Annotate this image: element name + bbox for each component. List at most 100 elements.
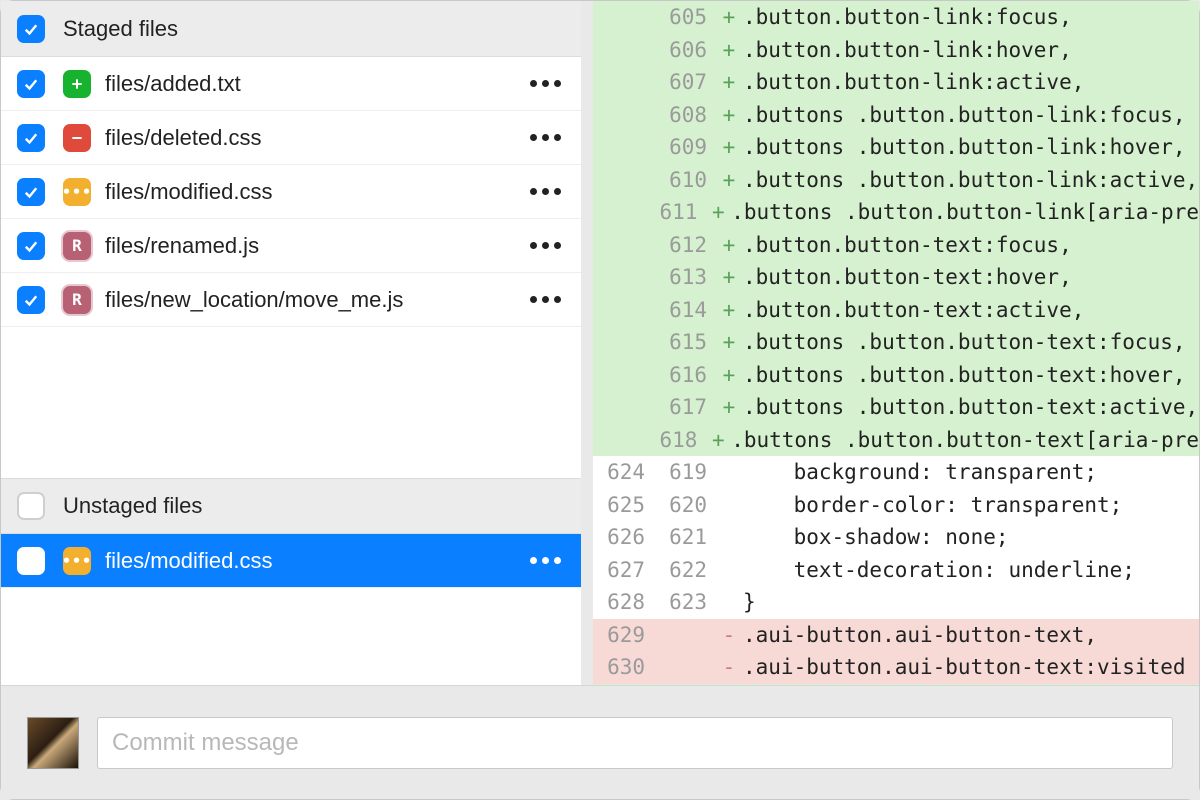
diff-code: }	[741, 586, 1199, 619]
old-line-number: 625	[593, 489, 655, 522]
diff-code: text-decoration: underline;	[741, 554, 1199, 587]
old-line-number	[593, 164, 655, 197]
unstaged-section-header[interactable]: Unstaged files	[1, 478, 581, 534]
status-modified-icon: •••	[63, 178, 91, 206]
diff-code: .button.button-link:active,	[741, 66, 1199, 99]
diff-code: .aui-button.aui-button-text,	[741, 619, 1199, 652]
diff-marker: +	[717, 164, 741, 197]
more-icon[interactable]	[530, 80, 565, 87]
diff-line[interactable]: 616 + .buttons .button.button-text:hover…	[593, 359, 1199, 392]
diff-line[interactable]: 626 621 box-shadow: none;	[593, 521, 1199, 554]
diff-marker: +	[717, 229, 741, 262]
diff-line[interactable]: 606 + .button.button-link:hover,	[593, 34, 1199, 67]
staged-file-list: files/added.txt files/deleted.css ••• fi…	[1, 57, 581, 327]
diff-marker: +	[717, 294, 741, 327]
new-line-number	[655, 619, 717, 652]
file-checkbox[interactable]	[17, 547, 45, 575]
diff-marker: +	[717, 131, 741, 164]
file-checkbox[interactable]	[17, 178, 45, 206]
diff-line[interactable]: 627 622 text-decoration: underline;	[593, 554, 1199, 587]
diff-marker: +	[717, 391, 741, 424]
more-icon[interactable]	[530, 242, 565, 249]
unstaged-spacer	[1, 588, 581, 685]
diff-line[interactable]: 615 + .buttons .button.button-text:focus…	[593, 326, 1199, 359]
avatar[interactable]	[27, 717, 79, 769]
check-icon	[22, 20, 40, 38]
diff-line[interactable]: 624 619 background: transparent;	[593, 456, 1199, 489]
old-line-number	[593, 131, 655, 164]
file-row[interactable]: ••• files/modified.css	[1, 534, 581, 588]
staged-section-header[interactable]: Staged files	[1, 1, 581, 57]
diff-marker: +	[717, 261, 741, 294]
diff-viewer[interactable]: 605 + .button.button-link:focus, 606 + .…	[593, 1, 1199, 685]
file-row[interactable]: files/deleted.css	[1, 111, 581, 165]
diff-marker: +	[717, 359, 741, 392]
old-line-number	[593, 424, 650, 457]
diff-code: .buttons .button.button-link:hover,	[741, 131, 1199, 164]
diff-marker: +	[717, 99, 741, 132]
old-line-number: 629	[593, 619, 655, 652]
diff-line[interactable]: 617 + .buttons .button.button-text:activ…	[593, 391, 1199, 424]
diff-code: .buttons .button.button-text:hover,	[741, 359, 1199, 392]
file-checkbox[interactable]	[17, 124, 45, 152]
diff-line[interactable]: 610 + .buttons .button.button-link:activ…	[593, 164, 1199, 197]
new-line-number: 607	[655, 66, 717, 99]
diff-line[interactable]: 612 + .button.button-text:focus,	[593, 229, 1199, 262]
new-line-number: 620	[655, 489, 717, 522]
file-checkbox[interactable]	[17, 232, 45, 260]
old-line-number: 627	[593, 554, 655, 587]
diff-marker: -	[717, 651, 741, 684]
staged-toggle-checkbox[interactable]	[17, 15, 45, 43]
diff-line[interactable]: 609 + .buttons .button.button-link:hover…	[593, 131, 1199, 164]
diff-line[interactable]: 611 + .buttons .button.button-link[aria-…	[593, 196, 1199, 229]
pane-divider[interactable]	[581, 1, 593, 685]
old-line-number	[593, 229, 655, 262]
diff-marker: +	[717, 326, 741, 359]
more-icon[interactable]	[530, 557, 565, 564]
unstaged-toggle-checkbox[interactable]	[17, 492, 45, 520]
commit-bar	[1, 685, 1199, 799]
old-line-number	[593, 196, 650, 229]
diff-line[interactable]: 608 + .buttons .button.button-link:focus…	[593, 99, 1199, 132]
file-row[interactable]: ••• files/modified.css	[1, 165, 581, 219]
diff-line[interactable]: 625 620 border-color: transparent;	[593, 489, 1199, 522]
diff-code: .button.button-link:focus,	[741, 1, 1199, 34]
old-line-number: 626	[593, 521, 655, 554]
diff-line[interactable]: 630 - .aui-button.aui-button-text:visite…	[593, 651, 1199, 684]
new-line-number: 617	[655, 391, 717, 424]
file-row[interactable]: R files/renamed.js	[1, 219, 581, 273]
new-line-number: 618	[650, 424, 707, 457]
diff-line[interactable]: 605 + .button.button-link:focus,	[593, 1, 1199, 34]
diff-line[interactable]: 614 + .button.button-text:active,	[593, 294, 1199, 327]
new-line-number: 623	[655, 586, 717, 619]
diff-code: .button.button-text:hover,	[741, 261, 1199, 294]
diff-code: .buttons .button.button-link:active,	[741, 164, 1199, 197]
diff-line[interactable]: 629 - .aui-button.aui-button-text,	[593, 619, 1199, 652]
diff-line[interactable]: 613 + .button.button-text:hover,	[593, 261, 1199, 294]
more-icon[interactable]	[530, 188, 565, 195]
diff-code: .aui-button.aui-button-text:visited	[741, 651, 1199, 684]
more-icon[interactable]	[530, 296, 565, 303]
diff-marker: +	[717, 66, 741, 99]
old-line-number	[593, 359, 655, 392]
status-renamed-icon: R	[63, 286, 91, 314]
file-row[interactable]: R files/new_location/move_me.js	[1, 273, 581, 327]
file-checkbox[interactable]	[17, 70, 45, 98]
diff-code: .button.button-text:active,	[741, 294, 1199, 327]
file-row[interactable]: files/added.txt	[1, 57, 581, 111]
check-icon	[22, 129, 40, 147]
new-line-number: 613	[655, 261, 717, 294]
commit-message-input[interactable]	[97, 717, 1173, 769]
more-icon[interactable]	[530, 134, 565, 141]
diff-line[interactable]: 628 623 }	[593, 586, 1199, 619]
new-line-number: 615	[655, 326, 717, 359]
diff-code: .button.button-link:hover,	[741, 34, 1199, 67]
file-checkbox[interactable]	[17, 286, 45, 314]
staged-section-title: Staged files	[63, 16, 178, 42]
diff-line[interactable]: 607 + .button.button-link:active,	[593, 66, 1199, 99]
diff-code: .buttons .button.button-link:focus,	[741, 99, 1199, 132]
diff-line[interactable]: 618 + .buttons .button.button-text[aria-…	[593, 424, 1199, 457]
file-path: files/renamed.js	[105, 233, 530, 259]
new-line-number	[655, 651, 717, 684]
old-line-number: 628	[593, 586, 655, 619]
